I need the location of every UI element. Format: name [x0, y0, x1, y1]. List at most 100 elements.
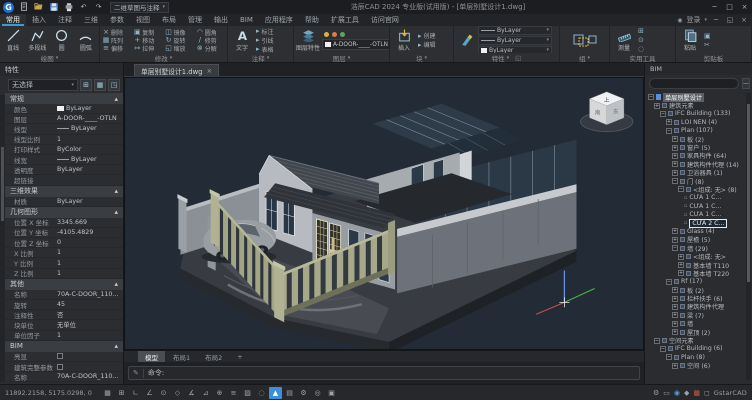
- expand-toggle-icon[interactable]: +: [678, 254, 684, 260]
- tree-node[interactable]: ▫CỬA 1 C...: [648, 194, 746, 202]
- object-property-dropdown-0[interactable]: ByLayer▾: [478, 26, 552, 35]
- clean-screen-toggle[interactable]: ▣: [325, 387, 338, 399]
- expand-toggle-icon[interactable]: +: [672, 237, 678, 243]
- snap-toggle[interactable]: ⊞: [115, 387, 128, 399]
- dyn-input-toggle[interactable]: ⊕: [213, 387, 226, 399]
- modify-偏移-button[interactable]: ≡偏移: [102, 44, 131, 52]
- osnap-3d-toggle[interactable]: ◇: [171, 387, 184, 399]
- ribbon-tab-常用[interactable]: 常用: [0, 14, 26, 26]
- tree-node[interactable]: +基本墙 T220: [648, 269, 746, 277]
- tray-icon[interactable]: ◻: [704, 389, 710, 397]
- text-button[interactable]: A 文字: [230, 29, 254, 52]
- modify-镜像-button[interactable]: ◫镜像: [165, 28, 194, 36]
- plot-button[interactable]: [63, 2, 74, 13]
- visibility-checkbox[interactable]: [680, 179, 685, 184]
- expand-toggle-icon[interactable]: −: [660, 346, 666, 352]
- 3d-house-model[interactable]: 上 南 东: [125, 78, 643, 349]
- app-logo-icon[interactable]: G: [3, 2, 14, 13]
- checkbox[interactable]: [57, 364, 63, 370]
- draw-circle-button[interactable]: 圆: [51, 29, 73, 52]
- visibility-checkbox[interactable]: [680, 162, 685, 167]
- layout-tab-布局2[interactable]: 布局2: [198, 351, 229, 362]
- paste-button[interactable]: 粘贴: [678, 29, 702, 52]
- redo-button[interactable]: ↷: [93, 2, 104, 13]
- notification-dot-icon[interactable]: ◉: [674, 389, 680, 397]
- visibility-checkbox[interactable]: [674, 120, 679, 125]
- document-tab[interactable]: 单层别墅设计1.dwg ×: [134, 64, 219, 76]
- grid-toggle[interactable]: ▦: [101, 387, 114, 399]
- ribbon-tab-输出[interactable]: 输出: [208, 14, 234, 26]
- modify-panel-label[interactable]: 修改▾: [100, 53, 227, 62]
- close-icon[interactable]: ×: [206, 67, 212, 75]
- modify-缩放-button[interactable]: ◱缩放: [165, 44, 194, 52]
- otrack-toggle[interactable]: ∡: [185, 387, 198, 399]
- expand-toggle-icon[interactable]: +: [678, 262, 684, 268]
- ribbon-tab-访问官网[interactable]: 访问官网: [365, 14, 405, 26]
- expand-toggle-icon[interactable]: +: [672, 145, 678, 151]
- expand-toggle-icon[interactable]: +: [672, 287, 678, 293]
- expand-toggle-icon[interactable]: −: [648, 94, 654, 100]
- checkbox[interactable]: [57, 353, 63, 359]
- modify-圆角-button[interactable]: ◠圆角: [196, 28, 225, 36]
- measure-button[interactable]: 测量: [612, 29, 636, 52]
- layers-panel-label[interactable]: 图层▾: [294, 53, 389, 62]
- expand-toggle-icon[interactable]: +: [672, 161, 678, 167]
- modify-修剪-button[interactable]: /修剪: [196, 36, 225, 44]
- visibility-checkbox[interactable]: [674, 355, 679, 360]
- tree-node[interactable]: −IFC Building (6): [648, 345, 746, 353]
- save-button[interactable]: [48, 2, 59, 13]
- ribbon-tab-扩展工具[interactable]: 扩展工具: [325, 14, 365, 26]
- visibility-checkbox[interactable]: [680, 170, 685, 175]
- expand-toggle-icon[interactable]: +: [672, 153, 678, 159]
- modify-阵列-button[interactable]: ▦阵列: [102, 36, 131, 44]
- ribbon-tab-视图[interactable]: 视图: [130, 14, 156, 26]
- visibility-checkbox[interactable]: [674, 279, 679, 284]
- ribbon-tab-帮助[interactable]: 帮助: [299, 14, 325, 26]
- annotate-标注-button[interactable]: ▸标注: [256, 27, 274, 35]
- tree-node[interactable]: ▫CỬA 1 C...: [648, 202, 746, 210]
- properties-scrollbar[interactable]: [0, 95, 5, 382]
- ducs-toggle[interactable]: ⊿: [199, 387, 212, 399]
- undo-button[interactable]: ↶: [78, 2, 89, 13]
- expand-toggle-icon[interactable]: +: [672, 228, 678, 234]
- workspace-switch-button[interactable]: ⚙: [297, 387, 310, 399]
- display-monitor-icon[interactable]: ▭: [663, 389, 670, 397]
- groups-panel-label[interactable]: 组▾: [560, 53, 609, 62]
- select-objects-button[interactable]: ▦: [94, 79, 106, 91]
- tree-scrollbar[interactable]: [746, 93, 751, 380]
- close-button[interactable]: ×: [737, 3, 752, 11]
- expand-toggle-icon[interactable]: +: [672, 136, 678, 142]
- property-section-header[interactable]: 三维效果▴: [5, 186, 123, 197]
- draw-arc-button[interactable]: 圆弧: [75, 29, 97, 52]
- expand-toggle-icon[interactable]: +: [672, 304, 678, 310]
- modify-移动-button[interactable]: +移动: [133, 36, 162, 44]
- doc-minimize-button[interactable]: ─: [711, 16, 721, 24]
- ribbon-tab-BIM[interactable]: BIM: [234, 14, 259, 26]
- copy-clip-icon[interactable]: ▣: [704, 32, 711, 40]
- doc-close-button[interactable]: ×: [739, 16, 749, 24]
- expand-toggle-icon[interactable]: −: [672, 245, 678, 251]
- transparency-toggle[interactable]: ▨: [241, 387, 254, 399]
- annotate-panel-label[interactable]: 注释▾: [228, 53, 293, 62]
- expand-toggle-icon[interactable]: +: [672, 296, 678, 302]
- tree-node[interactable]: +屋顶 (2): [648, 328, 746, 336]
- block-创建-button[interactable]: ▸创建: [418, 32, 436, 40]
- properties-palette-title[interactable]: 特性: [0, 63, 123, 76]
- selection-filter-dropdown[interactable]: 无选择 ▾: [8, 79, 78, 91]
- visibility-checkbox[interactable]: [680, 229, 685, 234]
- visibility-checkbox[interactable]: [674, 128, 679, 133]
- point-style-icon[interactable]: ⊙: [638, 36, 644, 44]
- ortho-toggle[interactable]: ∟: [129, 387, 142, 399]
- visibility-checkbox[interactable]: [680, 137, 685, 142]
- modify-删除-button[interactable]: ×删除: [102, 28, 131, 36]
- property-section-header[interactable]: BIM▴: [5, 341, 123, 352]
- quick-select-icon[interactable]: ⊞: [638, 27, 644, 35]
- visibility-checkbox[interactable]: [680, 363, 685, 368]
- tree-node[interactable]: +空间 (6): [648, 362, 746, 370]
- ribbon-tab-布局[interactable]: 布局: [156, 14, 182, 26]
- expand-toggle-icon[interactable]: +: [672, 363, 678, 369]
- visibility-checkbox[interactable]: [680, 246, 685, 251]
- ribbon-tab-插入[interactable]: 插入: [26, 14, 52, 26]
- tree-node[interactable]: +梁 (7): [648, 311, 746, 319]
- tree-search-input[interactable]: [649, 78, 739, 89]
